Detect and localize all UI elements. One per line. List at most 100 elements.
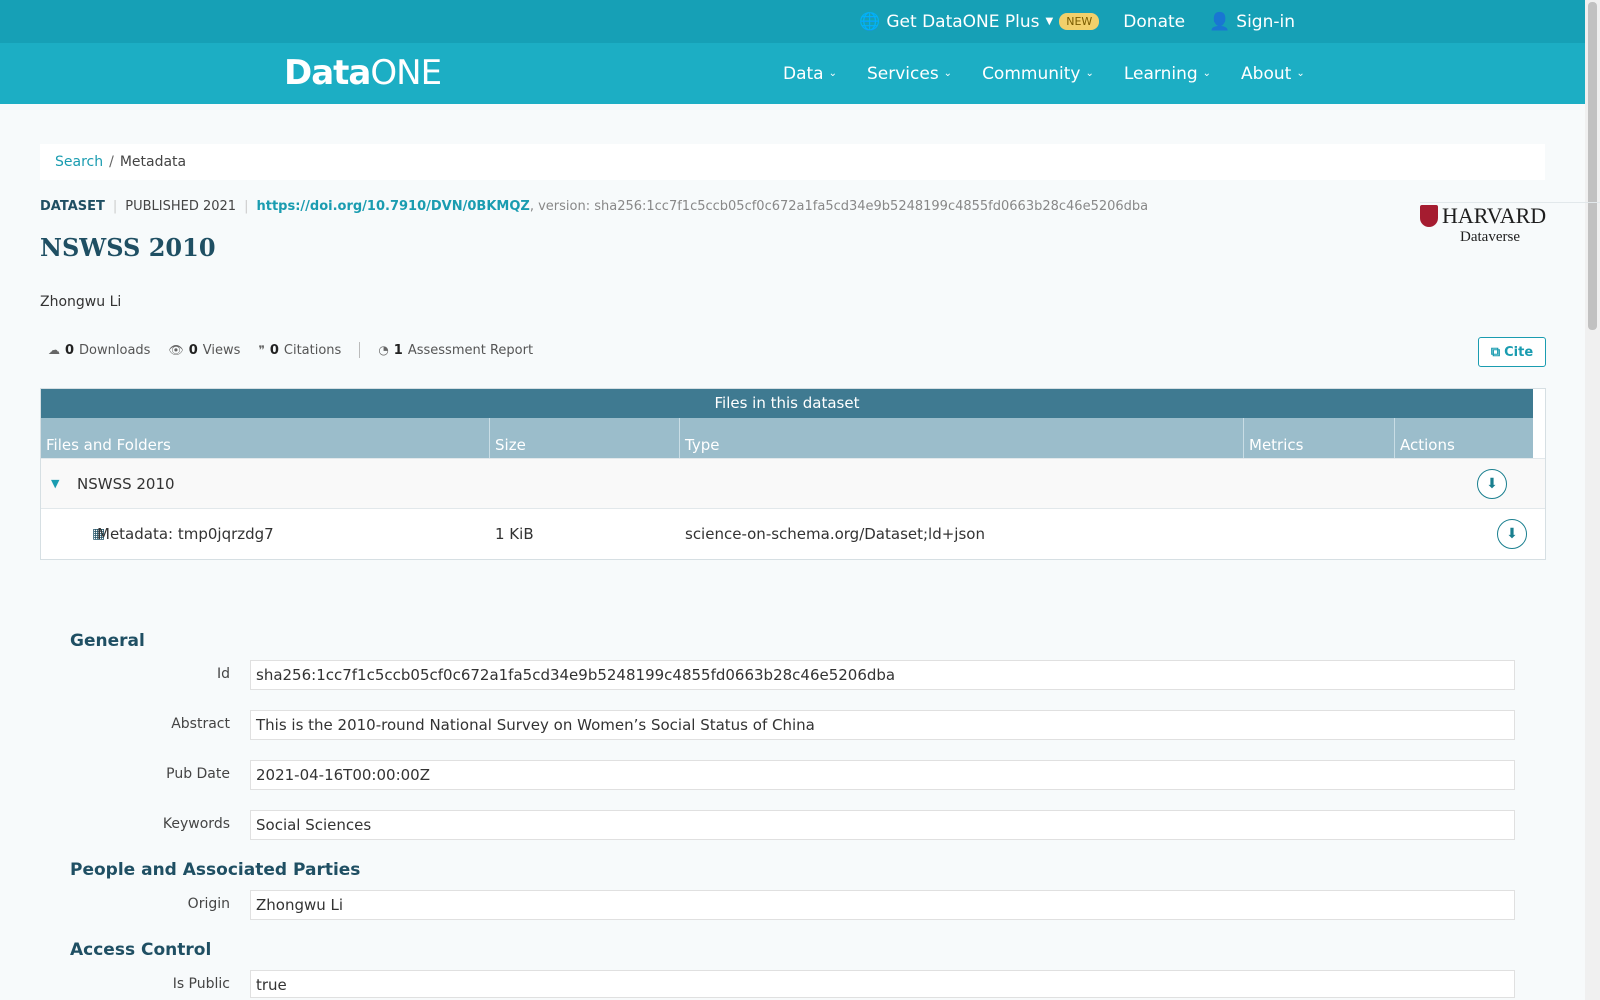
breadcrumb-current: Metadata — [119, 154, 187, 170]
nav-data[interactable]: Data ⌄ — [783, 64, 837, 84]
cloud-download-icon: ☁ — [48, 343, 60, 357]
download-folder-button[interactable]: ⬇ — [1477, 468, 1507, 499]
nav-label: About — [1241, 63, 1292, 84]
cloud-download-icon: ⬇ — [1506, 525, 1518, 542]
nav-about[interactable]: About ⌄ — [1241, 64, 1305, 84]
chevron-down-icon: ⌄ — [1202, 68, 1212, 79]
divider: | — [112, 199, 118, 214]
chevron-down-icon: ⌄ — [943, 68, 953, 79]
column-header-type[interactable]: Type — [680, 418, 1244, 458]
chevron-down-icon: ⌄ — [1296, 68, 1305, 79]
section-title-access: Access Control — [70, 940, 212, 960]
keywords-value: Social Sciences — [250, 810, 1515, 840]
dataone-logo[interactable]: DataONE — [284, 53, 442, 93]
sign-in-link[interactable]: 👤 Sign-in — [1209, 12, 1295, 32]
published-label: PUBLISHED 2021 — [125, 199, 237, 214]
downloads-count: 0 — [65, 342, 75, 358]
scrollbar-thumb[interactable] — [1588, 2, 1597, 330]
get-dataone-plus-menu[interactable]: 🌐 Get DataONE Plus ▼ NEW — [859, 11, 1100, 32]
sign-in-label: Sign-in — [1236, 11, 1295, 32]
column-header-actions[interactable]: Actions — [1395, 418, 1533, 458]
section-title-general: General — [70, 631, 145, 651]
origin-label: Origin — [187, 896, 230, 912]
pub-date-label: Pub Date — [166, 766, 230, 782]
new-badge: NEW — [1059, 13, 1100, 30]
breadcrumb: Search / Metadata — [40, 144, 1545, 180]
files-table-header: Files and Folders Size Type Metrics Acti… — [41, 418, 1533, 458]
repository-name: HARVARD — [1442, 203, 1547, 228]
caret-down-icon[interactable]: ▼ — [41, 477, 77, 490]
origin-value: Zhongwu Li — [250, 890, 1515, 920]
views-count: 0 — [188, 342, 198, 358]
doi-link[interactable]: https://doi.org/10.7910/DVN/0BKMQZ — [256, 199, 529, 214]
column-header-size[interactable]: Size — [490, 418, 680, 458]
copy-icon: ⧉ — [1490, 344, 1501, 360]
divider — [359, 342, 361, 358]
column-header-metrics[interactable]: Metrics — [1244, 418, 1395, 458]
assessment-report-metric[interactable]: ◔ 1 Assessment Report — [378, 343, 533, 358]
breadcrumb-search-link[interactable]: Search — [55, 154, 103, 170]
nav-label: Community — [982, 63, 1081, 84]
main-navbar: DataONE Data ⌄ Services ⌄ Community ⌄ Learn… — [0, 43, 1585, 104]
id-value: sha256:1cc7f1c5ccb05cf0c672a1fa5cd34e9b5… — [250, 660, 1515, 690]
nav-community[interactable]: Community ⌄ — [982, 64, 1094, 84]
assessment-label: Assessment Report — [407, 342, 534, 358]
metrics-bar: ☁ 0 Downloads 👁 0 Views ❞ 0 Citations ◔ … — [48, 342, 533, 358]
dataset-type-label: DATASET — [40, 199, 105, 214]
dataset-title: NSWSS 2010 — [40, 233, 216, 262]
table-icon: ▦ — [92, 525, 106, 542]
assessment-count: 1 — [393, 342, 403, 358]
globe-icon: 🌐 — [859, 11, 881, 32]
dataset-meta-line: DATASET | PUBLISHED 2021 | https://doi.o… — [40, 199, 1148, 214]
breadcrumb-separator: / — [109, 154, 114, 170]
nav-label: Services — [866, 63, 939, 84]
nav-label: Data — [783, 63, 824, 84]
downloads-label: Downloads — [79, 342, 151, 358]
harvard-dataverse-logo[interactable]: HARVARD Dataverse — [1420, 202, 1600, 246]
harvard-shield-icon — [1420, 205, 1438, 227]
cite-label: Cite — [1504, 344, 1534, 360]
vertical-scrollbar[interactable] — [1585, 0, 1600, 1000]
citations-count: 0 — [269, 342, 279, 358]
logo-text-data: Data — [284, 53, 371, 93]
files-table-title: Files in this dataset — [41, 389, 1533, 418]
chevron-down-icon: ⌄ — [828, 68, 837, 79]
abstract-label: Abstract — [171, 716, 230, 732]
chevron-down-icon: ▼ — [1045, 16, 1054, 27]
file-size: 1 KiB — [495, 524, 534, 543]
folder-row[interactable]: ▼ NSWSS 2010 ⬇ — [41, 458, 1545, 508]
dashboard-icon: ◔ — [378, 343, 389, 357]
top-bar: 🌐 Get DataONE Plus ▼ NEW Donate 👤 Sign-i… — [0, 0, 1585, 43]
quote-icon: ❞ — [258, 343, 265, 357]
cloud-download-icon: ⬇ — [1486, 475, 1498, 492]
file-type: science-on-schema.org/Dataset;ld+json — [685, 524, 985, 543]
chevron-down-icon: ⌄ — [1085, 68, 1094, 79]
section-title-people: People and Associated Parties — [70, 860, 361, 880]
pub-date-value: 2021-04-16T00:00:00Z — [250, 760, 1515, 790]
get-dataone-plus-label: Get DataONE Plus — [886, 11, 1040, 32]
logo-text-one: ONE — [370, 53, 442, 93]
folder-name: NSWSS 2010 — [77, 474, 175, 493]
file-name[interactable]: Metadata: tmp0jqrzdg7 — [94, 525, 490, 543]
abstract-value: This is the 2010-round National Survey o… — [250, 710, 1515, 740]
file-row[interactable]: ▦ Metadata: tmp0jqrzdg7 1 KiB science-on… — [41, 508, 1545, 558]
donate-link[interactable]: Donate — [1123, 12, 1185, 32]
eye-icon: 👁 — [168, 343, 184, 357]
id-label: Id — [216, 666, 230, 682]
dataset-author: Zhongwu Li — [40, 294, 122, 310]
citations-metric[interactable]: ❞ 0 Citations — [258, 343, 341, 358]
repository-sub: Dataverse — [1460, 229, 1520, 245]
downloads-metric[interactable]: ☁ 0 Downloads — [48, 343, 150, 358]
download-file-button[interactable]: ⬇ — [1497, 518, 1527, 549]
views-metric[interactable]: 👁 0 Views — [168, 343, 240, 358]
cite-button[interactable]: ⧉ Cite — [1478, 337, 1546, 367]
version-text: , version: sha256:1cc7f1c5ccb05cf0c672a1… — [529, 199, 1149, 214]
column-header-files[interactable]: Files and Folders — [41, 418, 490, 458]
nav-learning[interactable]: Learning ⌄ — [1124, 64, 1211, 84]
nav-services[interactable]: Services ⌄ — [867, 64, 952, 84]
nav-label: Learning — [1123, 63, 1198, 84]
is-public-value: true — [250, 970, 1515, 998]
keywords-label: Keywords — [162, 816, 230, 832]
files-table: Files in this dataset Files and Folders … — [40, 388, 1546, 560]
views-label: Views — [202, 342, 241, 358]
